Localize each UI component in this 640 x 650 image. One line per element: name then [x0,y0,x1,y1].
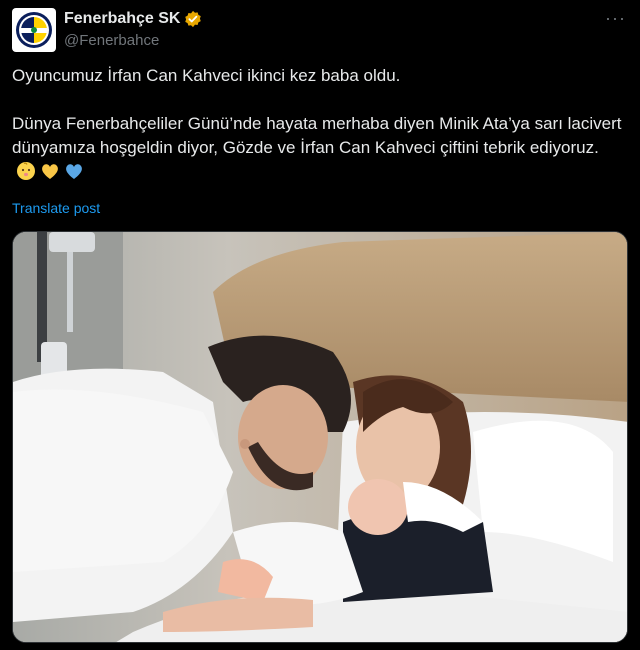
display-name[interactable]: Fenerbahçe SK [64,8,202,30]
baby-emoji-icon [17,162,35,180]
hospital-family-photo [13,232,627,642]
post-text: Oyuncumuz İrfan Can Kahveci ikinci kez b… [12,64,624,184]
fenerbahce-crest-icon [16,12,52,48]
blue-heart-emoji-icon [66,164,82,179]
yellow-heart-emoji-icon [42,164,58,179]
translate-post-link[interactable]: Translate post [12,200,100,216]
account-names: Fenerbahçe SK @Fenerbahce [64,8,202,49]
post-image[interactable] [12,231,628,643]
post-line-2-text: Dünya Fenerbahçeliler Günü’nde hayata me… [12,114,622,157]
handle[interactable]: @Fenerbahce [64,32,202,49]
post-line-2: Dünya Fenerbahçeliler Günü’nde hayata me… [12,112,624,184]
post-line-1: Oyuncumuz İrfan Can Kahveci ikinci kez b… [12,66,401,85]
avatar[interactable] [12,8,56,52]
post-card: Fenerbahçe SK @Fenerbahce ··· Oyuncumuz … [0,0,640,650]
more-options-icon[interactable]: ··· [605,8,626,29]
display-name-text: Fenerbahçe SK [64,10,181,27]
gold-verified-badge-icon [185,10,202,28]
